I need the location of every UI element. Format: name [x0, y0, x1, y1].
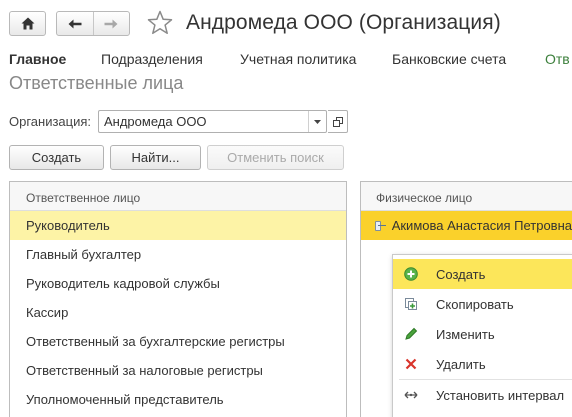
- chevron-down-icon: [314, 119, 321, 124]
- history-navigation: [56, 11, 130, 36]
- menu-item-label: Создать: [436, 266, 486, 282]
- organization-open-button[interactable]: [328, 110, 348, 133]
- add-icon: [403, 266, 419, 282]
- cancel-search-button[interactable]: Отменить поиск: [207, 145, 344, 170]
- section-tabs: Главное Подразделения Учетная политика Б…: [9, 51, 572, 69]
- table-row[interactable]: Руководитель кадровой службы: [10, 269, 346, 298]
- table-row[interactable]: Кассир: [10, 298, 346, 327]
- home-button[interactable]: [9, 11, 46, 36]
- table-row[interactable]: Уполномоченный представитель: [10, 385, 346, 414]
- organization-value[interactable]: Андромеда ООО: [99, 111, 308, 132]
- copy-icon: [403, 296, 419, 312]
- create-button[interactable]: Создать: [9, 145, 104, 170]
- responsible-roles-table: Ответственное лицо Руководитель Главный …: [9, 181, 347, 417]
- table-row[interactable]: Ответственный за бухгалтерские регистры: [10, 327, 346, 356]
- table-row[interactable]: Главный бухгалтер: [10, 240, 346, 269]
- table-row[interactable]: Ответственный за налоговые регистры: [10, 356, 346, 385]
- window-title: Андромеда ООО (Организация): [186, 11, 501, 34]
- menu-item-label: Установить интервал: [436, 387, 565, 403]
- menu-item-label: Скопировать: [436, 296, 514, 312]
- arrow-left-icon: [68, 19, 82, 28]
- tab-bank-accounts[interactable]: Банковские счета: [392, 51, 506, 67]
- organization-field[interactable]: Андромеда ООО: [98, 110, 327, 133]
- menu-item-create[interactable]: Создать: [393, 259, 572, 289]
- column-header-individual[interactable]: Физическое лицо: [361, 182, 572, 211]
- record-icon: [375, 220, 386, 231]
- context-menu: Создать Скопировать Изменить Удалить Уст…: [392, 254, 572, 417]
- menu-item-set-interval[interactable]: Установить интервал: [393, 380, 572, 410]
- menu-item-delete[interactable]: Удалить: [393, 349, 572, 379]
- arrow-right-icon: [104, 19, 118, 28]
- tab-responsible[interactable]: Отв: [545, 51, 570, 67]
- delete-x-icon: [403, 356, 419, 372]
- back-button[interactable]: [57, 12, 93, 35]
- table-row[interactable]: Акимова Анастасия Петровна: [361, 211, 572, 240]
- organization-label: Организация:: [9, 114, 92, 129]
- page-title: Ответственные лица: [9, 73, 184, 93]
- menu-item-label: Удалить: [436, 356, 486, 372]
- organization-dropdown-button[interactable]: [308, 111, 326, 132]
- find-button[interactable]: Найти...: [110, 145, 201, 170]
- menu-item-label: Изменить: [436, 326, 495, 342]
- tab-main[interactable]: Главное: [9, 51, 66, 67]
- open-window-icon: [332, 116, 343, 127]
- star-icon[interactable]: [147, 10, 173, 36]
- edit-pencil-icon: [403, 326, 419, 342]
- menu-item-copy[interactable]: Скопировать: [393, 289, 572, 319]
- home-icon: [21, 17, 34, 30]
- tab-accounting-policy[interactable]: Учетная политика: [240, 51, 356, 67]
- column-header-role[interactable]: Ответственное лицо: [10, 182, 346, 211]
- forward-button[interactable]: [92, 12, 130, 35]
- table-row[interactable]: Руководитель: [10, 211, 346, 240]
- menu-item-edit[interactable]: Изменить: [393, 319, 572, 349]
- interval-icon: [403, 387, 419, 403]
- person-name: Акимова Анастасия Петровна: [391, 218, 572, 233]
- tab-departments[interactable]: Подразделения: [101, 51, 203, 67]
